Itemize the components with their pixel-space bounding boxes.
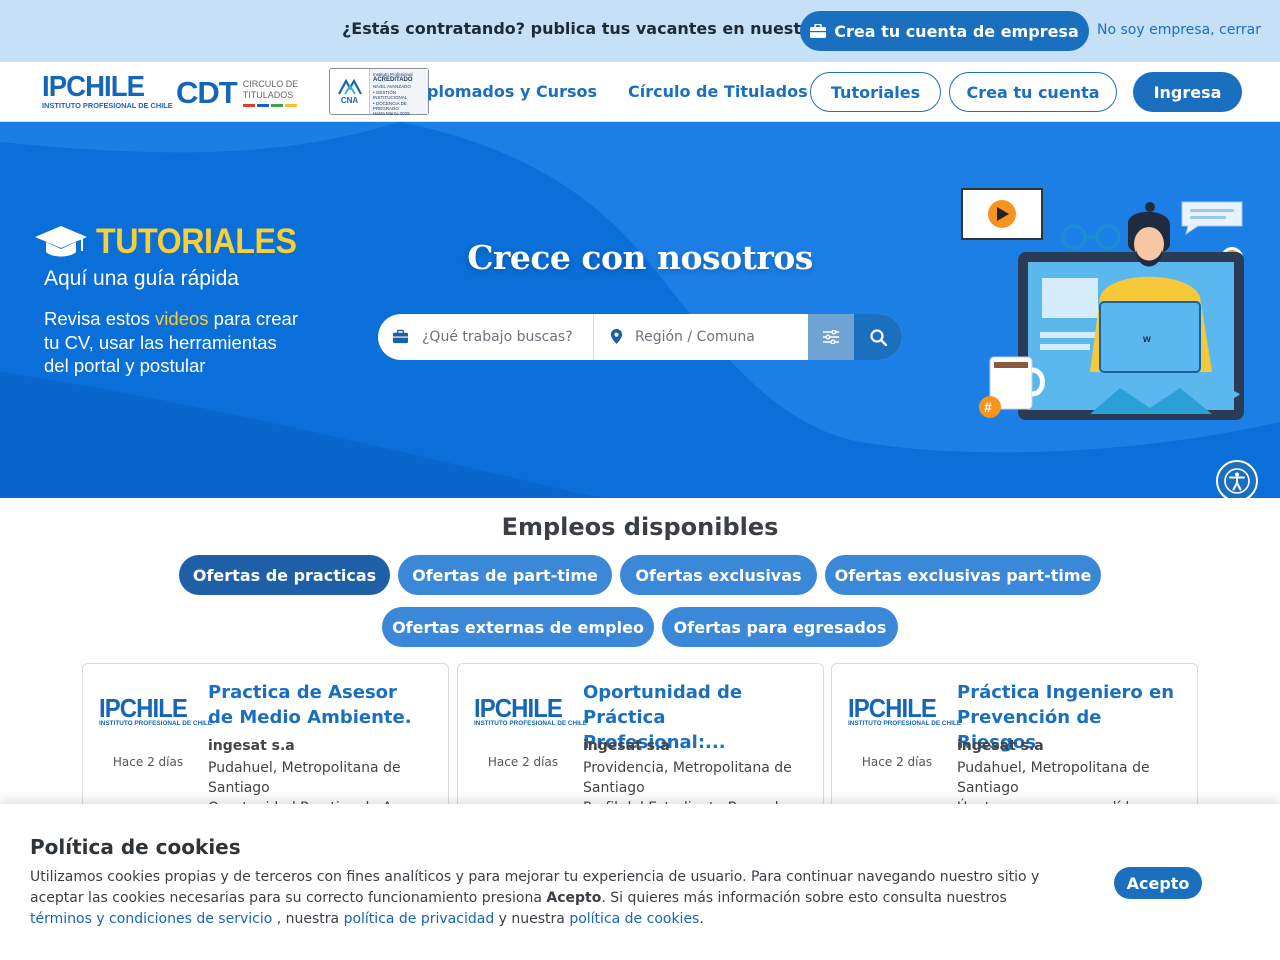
cookie-text-part3: , nuestra bbox=[272, 911, 344, 927]
cookie-text-part5: . bbox=[699, 911, 704, 927]
cookie-text: Utilizamos cookies propias y de terceros… bbox=[30, 867, 1050, 930]
nav-create-account-button[interactable]: Crea tu cuenta bbox=[949, 72, 1117, 112]
tutorials-desc-part1: Revisa estos bbox=[44, 308, 156, 329]
create-company-account-button[interactable]: Crea tu cuenta de empresa bbox=[800, 11, 1089, 51]
cna-line5: • DOCENCIA DE PREGRADO bbox=[373, 100, 407, 112]
cookie-text-bold: Acepto bbox=[546, 890, 602, 906]
cdt-logo-subtext: CIRCULO DE TITULADOS bbox=[242, 79, 299, 107]
filter-pill-practicas[interactable]: Ofertas de practicas bbox=[179, 555, 390, 595]
filter-sliders-icon bbox=[823, 330, 839, 344]
company-logo-text: IPCHILE bbox=[99, 693, 188, 723]
tutorials-description: Revisa estos videos para crear tu CV, us… bbox=[44, 307, 304, 378]
job-posted-time: Hace 2 días bbox=[861, 755, 933, 769]
filter-pill-egresados[interactable]: Ofertas para egresados bbox=[662, 607, 898, 647]
cookie-title: Política de cookies bbox=[30, 835, 241, 859]
search-submit-button[interactable] bbox=[854, 314, 902, 360]
briefcase-icon bbox=[810, 24, 827, 38]
nav-login-button[interactable]: Ingresa bbox=[1133, 72, 1242, 112]
location-search-input[interactable]: Región / Comuna bbox=[594, 314, 808, 360]
filter-pill-externas[interactable]: Ofertas externas de empleo bbox=[382, 607, 654, 647]
cdt-sub-line1: CIRCULO DE bbox=[242, 79, 299, 89]
not-company-close-link[interactable]: No soy empresa, cerrar bbox=[1097, 22, 1261, 38]
company-logo: IPCHILE INSTITUTO PROFESIONAL DE CHILE bbox=[99, 693, 212, 727]
svg-text:#: # bbox=[984, 399, 992, 415]
cookie-text-part4: y nuestra bbox=[494, 911, 570, 927]
job-search-bar: ¿Qué trabajo buscas? Región / Comuna bbox=[378, 314, 902, 360]
location-pin-icon bbox=[610, 329, 623, 344]
svg-text:w: w bbox=[1142, 334, 1151, 345]
cna-line4: • GESTIÓN INSTITUCIONAL bbox=[373, 89, 408, 101]
job-location: Pudahuel, Metropolitana de Santiago bbox=[957, 760, 1150, 796]
cna-line2: ACREDITADO bbox=[373, 77, 413, 84]
ipchile-logo-text: IPCHILE bbox=[42, 71, 145, 103]
accessibility-icon bbox=[1224, 468, 1250, 494]
job-location: Providencia, Metropolitana de Santiago bbox=[583, 760, 792, 796]
search-icon bbox=[869, 328, 887, 346]
jobs-section-title: Empleos disponibles bbox=[501, 513, 779, 541]
ipchile-logo[interactable]: IPCHILE INSTITUTO PROFESIONAL DE CHILE bbox=[42, 71, 173, 113]
cna-accreditation-badge: CNA Instituto Profesional ACREDITADO NIV… bbox=[329, 68, 429, 117]
nav-tutoriales-button[interactable]: Tutoriales bbox=[810, 72, 941, 112]
cookie-policy-link[interactable]: política de cookies bbox=[569, 911, 699, 927]
company-logo-text: IPCHILE bbox=[848, 693, 937, 723]
job-search-placeholder: ¿Qué trabajo buscas? bbox=[422, 329, 573, 345]
cdt-logo-text: CDT bbox=[176, 75, 238, 110]
cdt-sub-line2: TITULADOS bbox=[242, 90, 294, 100]
company-logo: IPCHILE INSTITUTO PROFESIONAL DE CHILE bbox=[474, 693, 587, 727]
promo-text: ¿Estás contratando? publica tus vacantes… bbox=[342, 19, 856, 38]
job-posted-time: Hace 2 días bbox=[487, 755, 559, 769]
job-company: ingesat s.a bbox=[208, 738, 295, 754]
filter-pill-exclusivas[interactable]: Ofertas exclusivas bbox=[620, 555, 817, 595]
accessibility-button[interactable] bbox=[1216, 460, 1258, 498]
cdt-logo[interactable]: CDT CIRCULO DE TITULADOS bbox=[176, 75, 316, 110]
accept-cookies-button[interactable]: Acepto bbox=[1114, 867, 1202, 899]
job-search-input[interactable]: ¿Qué trabajo buscas? bbox=[378, 314, 594, 360]
site-header: IPCHILE INSTITUTO PROFESIONAL DE CHILE C… bbox=[0, 62, 1280, 122]
terms-link[interactable]: términos y condiciones de servicio bbox=[30, 911, 272, 927]
cna-logo-icon bbox=[337, 78, 362, 95]
company-logo-text: IPCHILE bbox=[474, 693, 563, 723]
create-company-account-label: Crea tu cuenta de empresa bbox=[834, 21, 1079, 41]
filter-pill-exclusivas-part-time[interactable]: Ofertas exclusivas part-time bbox=[825, 555, 1101, 595]
job-company: ingesat s.a bbox=[583, 738, 670, 754]
filter-pill-part-time[interactable]: Ofertas de part-time bbox=[398, 555, 612, 595]
search-filters-button[interactable] bbox=[808, 314, 854, 360]
job-company: ingesat s.a bbox=[957, 738, 1044, 754]
briefcase-icon bbox=[393, 329, 408, 344]
company-logo: IPCHILE INSTITUTO PROFESIONAL DE CHILE bbox=[848, 693, 961, 727]
cna-text: CNA bbox=[340, 96, 359, 105]
hero-banner: TUTORIALES Aquí una guía rápida Revisa e… bbox=[0, 122, 1280, 498]
job-location: Pudahuel, Metropolitana de Santiago bbox=[208, 760, 401, 796]
cookie-text-part2: . Si quieres más información sobre esto … bbox=[601, 890, 1007, 906]
privacy-policy-link[interactable]: política de privacidad bbox=[344, 911, 495, 927]
nav-circulo-titulados[interactable]: Círculo de Titulados bbox=[628, 82, 808, 101]
cna-line6: Hasta Marzo 2025 bbox=[373, 111, 410, 117]
hero-illustration: w # bbox=[961, 188, 1244, 420]
nav-diplomados-cursos[interactable]: plomados y Cursos bbox=[427, 82, 597, 101]
location-search-placeholder: Región / Comuna bbox=[635, 329, 755, 345]
job-title[interactable]: Practica de Asesor de Medio Ambiente. bbox=[208, 680, 428, 730]
tutorials-videos-highlight[interactable]: videos bbox=[155, 308, 208, 329]
promo-bar: ¿Estás contratando? publica tus vacantes… bbox=[0, 0, 1280, 62]
job-posted-time: Hace 2 días bbox=[112, 755, 184, 769]
cookie-banner: Política de cookies Utilizamos cookies p… bbox=[0, 804, 1280, 960]
